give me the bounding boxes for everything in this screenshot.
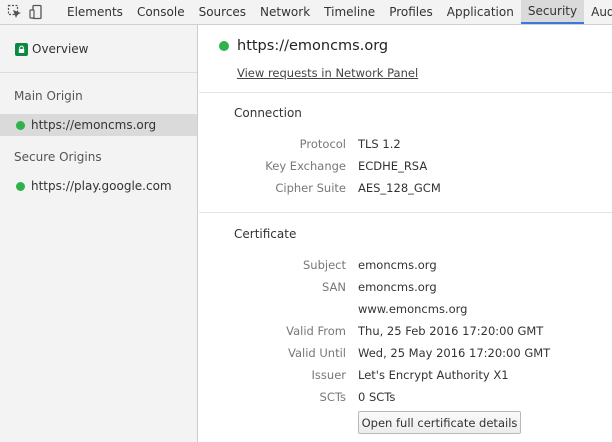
tab-elements[interactable]: Elements [60,0,130,24]
toolbar-icons [0,0,60,24]
san-value: emoncms.org [358,280,437,294]
devtools-toolbar: Elements Console Sources Network Timelin… [0,0,612,25]
sidebar-divider [0,72,197,73]
valid-until-value: Wed, 25 May 2016 17:20:00 GMT [358,346,551,360]
key-exchange-label: Key Exchange [265,159,346,173]
secure-status-dot [16,181,25,191]
san-row-2: www.emoncms.org [199,302,612,322]
connection-section-title: Connection [234,106,302,120]
issuer-label: Issuer [311,368,346,382]
valid-until-label: Valid Until [288,346,346,360]
tab-network[interactable]: Network [253,0,317,24]
subject-value: emoncms.org [358,258,437,272]
scts-value: 0 SCTs [358,390,396,404]
cipher-suite-value: AES_128_GCM [358,181,441,195]
sidebar-item-label: https://emoncms.org [31,118,157,132]
tab-profiles[interactable]: Profiles [382,0,440,24]
tab-audits[interactable]: Audits [584,0,612,24]
protocol-value: TLS 1.2 [358,137,401,151]
valid-from-value: Thu, 25 Feb 2016 17:20:00 GMT [358,324,544,338]
san-row: SAN emoncms.org [199,280,612,300]
tab-application[interactable]: Application [440,0,521,24]
tab-console[interactable]: Console [130,0,192,24]
section-divider [199,92,612,93]
subject-row: Subject emoncms.org [199,258,612,278]
section-divider [199,212,612,213]
sidebar-item-main-origin[interactable]: https://emoncms.org [0,114,197,136]
open-certificate-details-button[interactable]: Open full certificate details [358,411,521,434]
cipher-suite-row: Cipher Suite AES_128_GCM [199,181,612,201]
san-label: SAN [322,280,346,294]
san-value: www.emoncms.org [358,302,468,316]
issuer-value: Let's Encrypt Authority X1 [358,368,509,382]
tab-sources[interactable]: Sources [192,0,253,24]
main-origin-heading: Main Origin [14,89,83,103]
protocol-row: Protocol TLS 1.2 [199,137,612,157]
origin-url: https://emoncms.org [237,38,389,54]
panel-tabs: Elements Console Sources Network Timelin… [60,0,612,24]
sidebar-item-overview[interactable]: Overview [0,37,197,61]
origin-details-panel: https://emoncms.org View requests in Net… [199,25,612,442]
tab-timeline[interactable]: Timeline [317,0,382,24]
protocol-label: Protocol [299,137,346,151]
valid-until-row: Valid Until Wed, 25 May 2016 17:20:00 GM… [199,346,612,366]
valid-from-row: Valid From Thu, 25 Feb 2016 17:20:00 GMT [199,324,612,344]
secure-status-dot [219,41,229,51]
subject-label: Subject [303,258,346,272]
cipher-suite-label: Cipher Suite [275,181,346,195]
lock-icon [15,42,28,56]
view-requests-link[interactable]: View requests in Network Panel [237,66,418,80]
sidebar-item-secure-origin[interactable]: https://play.google.com [0,175,197,197]
secure-origins-heading: Secure Origins [14,150,102,164]
sidebar-item-label: Overview [32,42,89,56]
valid-from-label: Valid From [286,324,346,338]
key-exchange-row: Key Exchange ECDHE_RSA [199,159,612,179]
security-sidebar: Overview Main Origin https://emoncms.org… [0,25,198,442]
sidebar-item-label: https://play.google.com [31,179,172,193]
tab-security[interactable]: Security [520,0,585,24]
device-mode-icon[interactable] [29,3,45,21]
scts-row: SCTs 0 SCTs [199,390,612,410]
secure-status-dot [16,120,25,130]
origin-title: https://emoncms.org [219,38,388,54]
inspect-element-icon[interactable] [7,3,23,21]
issuer-row: Issuer Let's Encrypt Authority X1 [199,368,612,388]
certificate-section-title: Certificate [234,227,297,241]
key-exchange-value: ECDHE_RSA [358,159,428,173]
scts-label: SCTs [319,390,346,404]
